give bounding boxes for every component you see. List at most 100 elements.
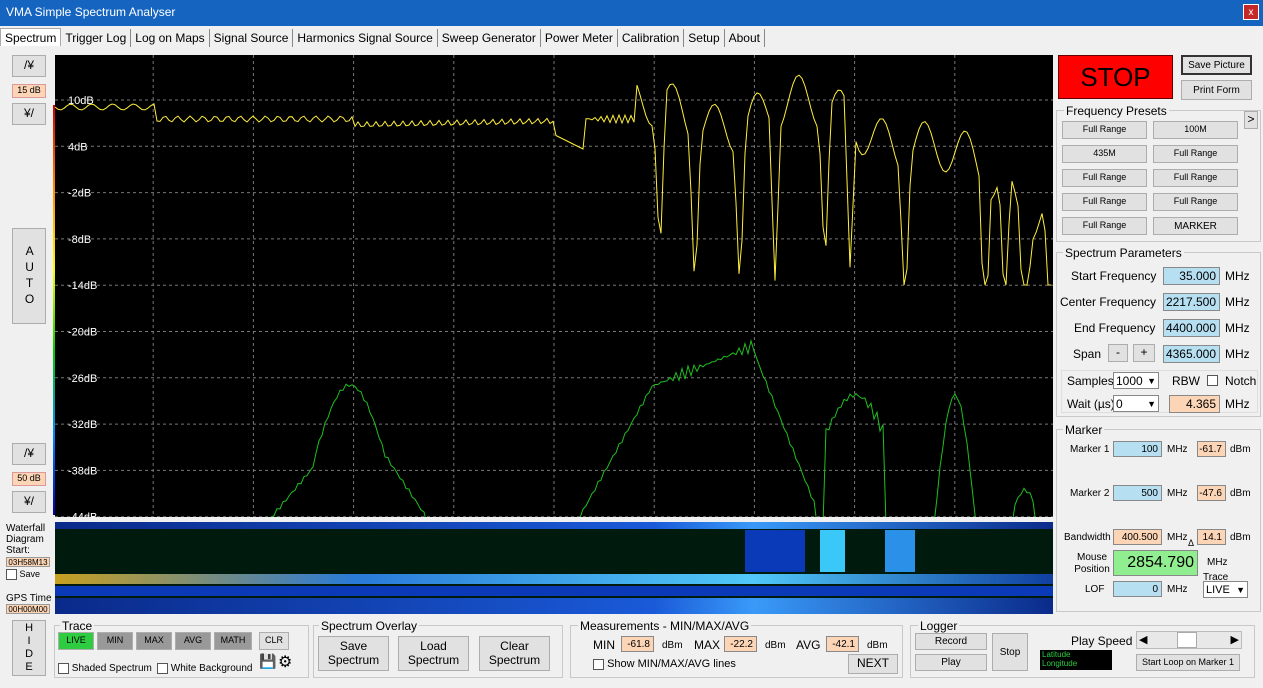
tab-sweep-generator[interactable]: Sweep Generator: [438, 29, 541, 47]
green-trace: [270, 338, 1036, 517]
mhz-label: MHz: [1207, 557, 1228, 568]
range-db-field[interactable]: 15 dB: [12, 84, 46, 98]
bandwidth-field: 400.500: [1113, 529, 1162, 545]
clr-button[interactable]: CLR: [259, 632, 289, 650]
span-minus-button[interactable]: -: [1108, 344, 1128, 362]
tab-trigger-log[interactable]: Trigger Log: [61, 29, 132, 47]
tab-power-meter[interactable]: Power Meter: [541, 29, 618, 47]
gear-icon[interactable]: ⚙: [278, 652, 292, 672]
trace-title: Trace: [60, 619, 95, 633]
longitude-label: Longitude: [1042, 659, 1078, 668]
save-picture-button[interactable]: Save Picture: [1181, 55, 1252, 75]
avg-button[interactable]: AVG: [175, 632, 211, 650]
record-button[interactable]: Record: [915, 633, 987, 650]
chevron-down-icon: ▼: [1236, 585, 1245, 595]
y-axis-label: -38dB: [68, 465, 97, 477]
mouse-position-label: Mouse Position: [1074, 552, 1110, 575]
notch-checkbox[interactable]: [1207, 375, 1218, 386]
math-button[interactable]: MATH: [214, 632, 252, 650]
tab-log-on-maps[interactable]: Log on Maps: [131, 29, 210, 47]
rbw-label: RBW: [1172, 374, 1200, 388]
samples-value: 1000: [1116, 374, 1143, 388]
clear-spectrum-button[interactable]: Clear Spectrum: [479, 636, 550, 671]
preset-button[interactable]: Full Range: [1062, 193, 1147, 211]
save-disk-icon[interactable]: 💾: [259, 653, 276, 670]
tab-signal-source[interactable]: Signal Source: [210, 29, 294, 47]
stop-button[interactable]: STOP: [1058, 55, 1173, 99]
center-frequency-field[interactable]: 2217.500: [1163, 293, 1220, 311]
preset-button[interactable]: Full Range: [1153, 193, 1238, 211]
preset-button[interactable]: Full Range: [1062, 121, 1147, 139]
mhz-label: MHz: [1167, 488, 1188, 499]
lof-field[interactable]: 0: [1113, 581, 1162, 597]
preset-button[interactable]: Full Range: [1153, 169, 1238, 187]
live-button[interactable]: LIVE: [58, 632, 94, 650]
auto-button[interactable]: AUTO: [12, 228, 46, 324]
tab-calibration[interactable]: Calibration: [618, 29, 685, 47]
gps-display: Latitude Longitude: [1040, 650, 1112, 670]
preset-button[interactable]: Full Range: [1153, 145, 1238, 163]
spectrum-overlay-title: Spectrum Overlay: [319, 619, 420, 633]
preset-button[interactable]: Full Range: [1062, 169, 1147, 187]
shaded-spectrum-checkbox[interactable]: Shaded Spectrum: [58, 663, 152, 674]
max-button[interactable]: MAX: [136, 632, 172, 650]
tab-harmonics-signal-source[interactable]: Harmonics Signal Source: [293, 29, 438, 47]
marker2-field[interactable]: 500: [1113, 485, 1162, 501]
marker1-field[interactable]: 100: [1113, 441, 1162, 457]
trace-select[interactable]: LIVE ▼: [1203, 581, 1248, 598]
slider-right-icon[interactable]: ▶: [1231, 633, 1239, 646]
slider-thumb[interactable]: [1177, 632, 1197, 648]
preset-button[interactable]: 100M: [1153, 121, 1238, 139]
spectrum-plot[interactable]: 10dB 4dB -2dB -8dB -14dB -20dB -26dB -32dB -38dB…: [55, 55, 1053, 517]
title-bar: VMA Simple Spectrum Analyser x: [0, 0, 1263, 26]
range-down-button[interactable]: ¥/: [12, 103, 46, 125]
span-field[interactable]: 4365.000: [1163, 345, 1220, 363]
load-spectrum-button[interactable]: Load Spectrum: [398, 636, 469, 671]
tab-setup[interactable]: Setup: [684, 29, 725, 47]
ref-db-field[interactable]: 50 dB: [12, 472, 46, 486]
show-lines-checkbox[interactable]: Show MIN/MAX/AVG lines: [593, 658, 736, 670]
wait-label: Wait (µs): [1067, 397, 1115, 411]
ref-down-button[interactable]: ¥/: [12, 491, 46, 513]
ref-up-button[interactable]: /¥: [12, 443, 46, 465]
next-button[interactable]: NEXT: [848, 654, 898, 674]
end-frequency-label: End Frequency: [1074, 321, 1156, 335]
span-plus-button[interactable]: +: [1133, 344, 1155, 362]
preset-button[interactable]: MARKER: [1153, 217, 1238, 235]
wait-select[interactable]: 0 ▼: [1113, 395, 1159, 412]
slider-left-icon[interactable]: ◀: [1139, 633, 1147, 646]
print-form-button[interactable]: Print Form: [1181, 80, 1252, 100]
preset-button[interactable]: Full Range: [1062, 217, 1147, 235]
close-button[interactable]: x: [1243, 4, 1259, 20]
presets-arrow-button[interactable]: >: [1244, 111, 1258, 129]
y-axis-label: -20dB: [68, 327, 97, 339]
waterfall-diagram[interactable]: [55, 522, 1053, 614]
white-background-checkbox[interactable]: White Background: [157, 663, 253, 674]
samples-select[interactable]: 1000 ▼: [1113, 372, 1159, 389]
hide-button[interactable]: HIDE: [12, 620, 46, 676]
min-button[interactable]: MIN: [97, 632, 133, 650]
mhz-label: MHz: [1225, 397, 1250, 411]
play-button[interactable]: Play: [915, 654, 987, 671]
start-frequency-field[interactable]: 35.000: [1163, 267, 1220, 285]
dbm-label: dBm: [765, 640, 786, 651]
preset-button[interactable]: 435M: [1062, 145, 1147, 163]
play-speed-slider[interactable]: ◀ ▶: [1136, 631, 1242, 649]
save-spectrum-button[interactable]: Save Spectrum: [318, 636, 389, 671]
measurements-title: Measurements - MIN/MAX/AVG: [578, 619, 752, 633]
start-frequency-label: Start Frequency: [1071, 269, 1157, 283]
bandwidth-dbm-field: 14.1: [1197, 529, 1226, 545]
logger-stop-button[interactable]: Stop: [992, 633, 1028, 671]
y-axis-label: -8dB: [68, 234, 91, 246]
range-up-button[interactable]: /¥: [12, 55, 46, 77]
white-background-label: White Background: [170, 663, 253, 675]
tab-spectrum[interactable]: Spectrum: [0, 28, 62, 46]
end-frequency-field[interactable]: 4400.000: [1163, 319, 1220, 337]
waterfall-save-checkbox[interactable]: Save: [6, 569, 40, 581]
y-axis-label: -26dB: [68, 373, 97, 385]
gps-time-value: 00H00M00: [6, 604, 50, 614]
waterfall-start-time: 03H58M13: [6, 557, 50, 567]
tab-about[interactable]: About: [725, 29, 765, 47]
start-loop-button[interactable]: Start Loop on Marker 1: [1136, 654, 1240, 671]
notch-label: Notch: [1225, 374, 1257, 388]
